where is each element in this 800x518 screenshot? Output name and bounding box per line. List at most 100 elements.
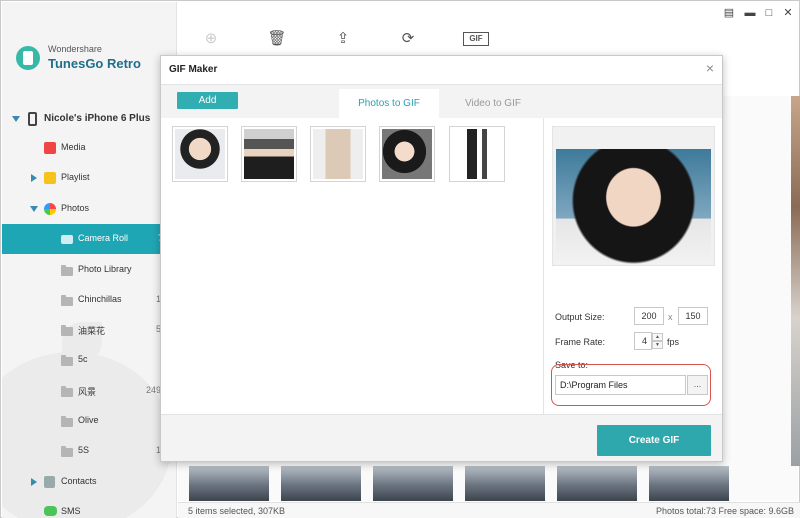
sidebar-item-label: Playlist [61, 172, 90, 182]
sidebar-item-label: Camera Roll [78, 233, 129, 243]
create-gif-button[interactable]: Create GIF [597, 425, 711, 456]
sidebar-item-camera-roll[interactable]: Camera Roll 7 [2, 224, 176, 254]
sidebar-item-media[interactable]: Media [2, 133, 176, 163]
folder-icon [61, 325, 73, 336]
photo-thumbnail[interactable] [379, 126, 435, 182]
save-path-field[interactable]: D:\Program Files [555, 375, 686, 395]
logo-product: TunesGo Retro [48, 56, 141, 71]
folder-icon [61, 355, 73, 366]
folder-icon [61, 416, 73, 427]
folder-icon [61, 295, 73, 306]
dialog-header: Add Photos to GIF Video to GIF [161, 84, 722, 119]
thumbnail-image [452, 129, 502, 179]
background-thumbnail[interactable] [465, 466, 545, 501]
selection-status: 5 items selected, 307KB [188, 506, 286, 516]
browse-button[interactable]: ... [687, 375, 708, 395]
sidebar-item-fengjing[interactable]: 风景 249 [2, 376, 176, 406]
sidebar-item-sms[interactable]: SMS [2, 497, 176, 518]
photo-list [161, 118, 544, 414]
background-thumbnail[interactable] [557, 466, 637, 501]
sidebar-item-5s[interactable]: 5S 1 [2, 436, 176, 466]
photo-thumbnail[interactable] [310, 126, 366, 182]
toolbar: ⊕ 🗑 ⇪ ⟳ GIF [178, 29, 508, 55]
frame-rate-label: Frame Rate: [555, 337, 606, 347]
photos-total: Photos total:73 [655, 506, 716, 516]
expand-arrow-icon[interactable] [12, 116, 20, 122]
delete-icon[interactable]: 🗑 [267, 29, 287, 49]
sms-icon [44, 506, 57, 516]
preview-image [556, 149, 711, 264]
background-thumbnail[interactable] [649, 466, 729, 501]
sidebar-item-label: SMS [61, 506, 81, 516]
status-bar: 5 items selected, 307KB Photos total:73 … [178, 502, 800, 518]
add-button[interactable]: Add [177, 92, 238, 109]
folder-icon [61, 265, 73, 276]
device-row[interactable]: Nicole's iPhone 6 Plus [2, 108, 176, 130]
feedback-icon[interactable]: ▤ [723, 7, 735, 19]
free-space: Free space: 9.6GB [718, 506, 794, 516]
photo-thumbnail[interactable] [449, 126, 505, 182]
dialog-footer: Create GIF [161, 414, 722, 461]
sidebar-item-label: Contacts [61, 476, 97, 486]
thumbnail-image [313, 129, 363, 179]
output-width-field[interactable]: 200 [634, 307, 664, 325]
add-icon[interactable]: ⊕ [201, 29, 221, 49]
logo-icon [16, 46, 40, 70]
photos-icon [44, 203, 56, 215]
maximize-button[interactable]: □ [763, 7, 775, 19]
output-size-label: Output Size: [555, 312, 605, 322]
thumbnail-image [244, 129, 294, 179]
thumbnail-image [175, 129, 225, 179]
output-height-field[interactable]: 150 [678, 307, 708, 325]
expand-arrow-icon[interactable] [31, 478, 37, 486]
fps-unit: fps [667, 337, 680, 347]
close-window-button[interactable]: ✕ [782, 7, 794, 19]
minimize-button[interactable]: ▬ [744, 7, 756, 19]
media-icon [44, 142, 56, 154]
background-thumbnail[interactable] [189, 466, 269, 501]
app-logo: Wondershare TunesGo Retro [16, 42, 166, 76]
sidebar-item-contacts[interactable]: Contacts [2, 467, 176, 497]
folder-icon [61, 446, 73, 457]
size-separator: x [668, 312, 673, 322]
thumbnail-image [382, 129, 432, 179]
frame-rate-field[interactable]: 4 [634, 332, 652, 350]
background-thumbnail[interactable] [373, 466, 453, 501]
sidebar-item-label: Photos [61, 203, 90, 213]
close-icon[interactable]: × [706, 60, 714, 76]
chevron-up-icon[interactable]: ▲ [652, 333, 663, 341]
chevron-down-icon[interactable]: ▼ [652, 341, 663, 349]
phone-icon [28, 112, 37, 126]
contacts-icon [44, 476, 55, 488]
background-thumbnail[interactable] [281, 466, 361, 501]
refresh-icon[interactable]: ⟳ [398, 29, 418, 49]
sidebar-item-label: 5c [78, 354, 88, 364]
sidebar-item-5c[interactable]: 5c [2, 345, 176, 375]
sidebar-item-chinchillas[interactable]: Chinchillas 1 [2, 285, 176, 315]
sidebar-item-playlist[interactable]: Playlist [2, 163, 176, 193]
expand-arrow-icon[interactable] [31, 174, 37, 182]
sidebar-item-label: Media [61, 142, 86, 152]
sidebar: Wondershare TunesGo Retro Nicole's iPhon… [2, 2, 177, 518]
background-photo-strip [791, 96, 800, 466]
photo-thumbnail[interactable] [172, 126, 228, 182]
frame-rate-stepper[interactable]: ▲ ▼ [652, 333, 663, 349]
sidebar-item-olive[interactable]: Olive [2, 406, 176, 436]
tab-photos-to-gif[interactable]: Photos to GIF [339, 89, 439, 119]
sidebar-item-label: 风景 [78, 387, 97, 397]
sidebar-item-photos[interactable]: Photos [2, 194, 176, 224]
sidebar-item-photo-library[interactable]: Photo Library [2, 255, 176, 285]
photo-thumbnail[interactable] [241, 126, 297, 182]
sidebar-item-label: Photo Library [78, 264, 132, 274]
gif-preview [552, 126, 715, 266]
export-icon[interactable]: ⇪ [333, 29, 353, 49]
tab-video-to-gif[interactable]: Video to GIF [443, 89, 543, 119]
sidebar-item-label: Olive [78, 415, 99, 425]
sidebar-item-youcaihua[interactable]: 油菜花 5 [2, 315, 176, 345]
folder-icon [61, 386, 73, 397]
expand-arrow-icon[interactable] [30, 206, 38, 212]
gif-icon[interactable]: GIF [463, 32, 489, 46]
sidebar-item-label: Chinchillas [78, 294, 122, 304]
logo-brand: Wondershare [48, 44, 102, 54]
camera-icon [61, 235, 73, 244]
